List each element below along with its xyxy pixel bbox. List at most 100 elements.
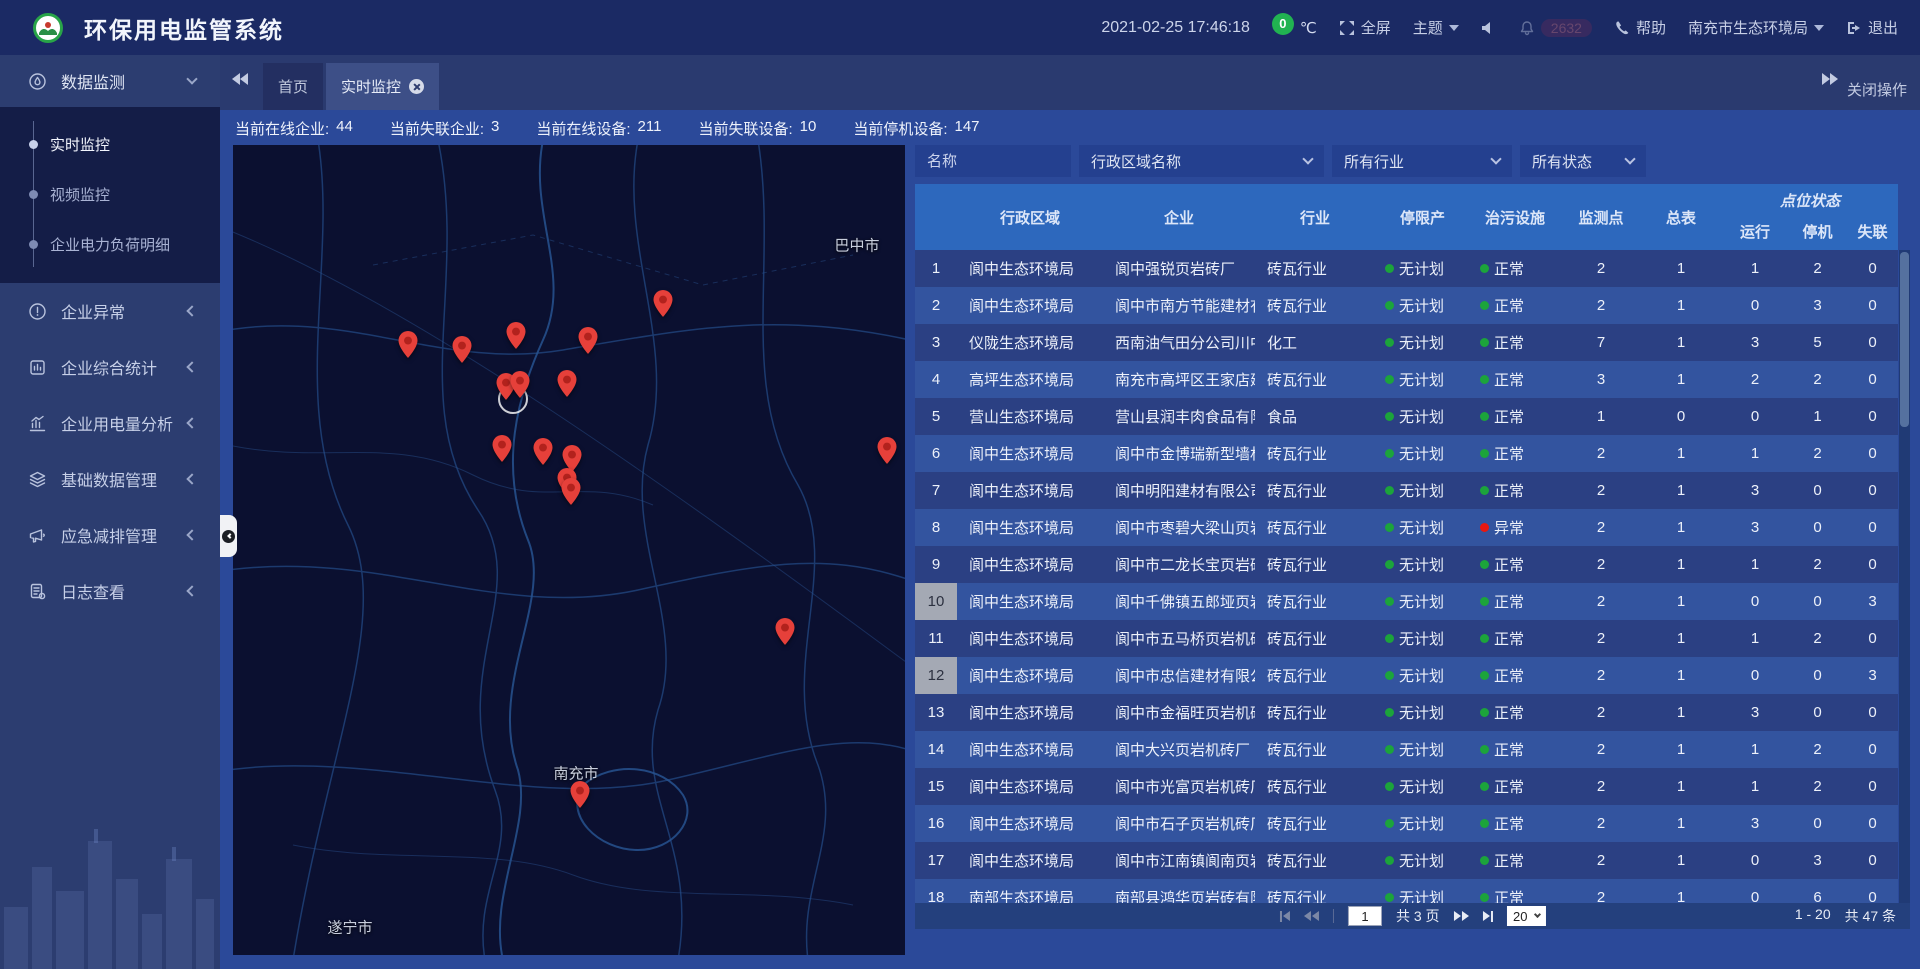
status-dot-icon xyxy=(1385,412,1394,421)
table-row[interactable]: 10 阆中生态环境局 阆中千佛镇五郎垭页岩 砖瓦行业 无计划 正常 2 1 0 xyxy=(915,583,1898,620)
help-button[interactable]: 帮助 xyxy=(1614,17,1666,38)
tab-home[interactable]: 首页 xyxy=(263,63,323,110)
org-dropdown[interactable]: 南充市生态环境局 xyxy=(1688,17,1824,38)
cell-offline: 0 xyxy=(1845,694,1898,731)
sidebar-item-data-monitor[interactable]: 数据监测 xyxy=(0,55,220,107)
tab-scroll-right-button[interactable] xyxy=(1822,73,1838,85)
status-dot-icon xyxy=(1480,671,1489,680)
cell-total-meters: 1 xyxy=(1642,361,1720,398)
speaker-icon xyxy=(1481,20,1497,36)
map-pin-icon[interactable] xyxy=(878,437,897,464)
close-operations-button[interactable]: 关闭操作 xyxy=(1847,79,1907,100)
first-page-button[interactable] xyxy=(1279,911,1290,922)
sidebar-item-emergency-reduction[interactable]: 应急减排管理 xyxy=(0,507,220,563)
cell-company: 营山县润丰肉食品有限 xyxy=(1103,398,1255,435)
cell-row-number: 8 xyxy=(915,509,957,546)
map-pin-icon[interactable] xyxy=(776,618,795,645)
map-pin-icon[interactable] xyxy=(571,781,590,808)
table-row[interactable]: 4 高坪生态环境局 南充市高坪区王家店建 砖瓦行业 无计划 正常 3 1 2 xyxy=(915,361,1898,398)
total-pages-label: 共 3 页 xyxy=(1396,906,1440,926)
cell-monitor-points: 3 xyxy=(1560,361,1642,398)
sidebar-item-realtime-monitor[interactable]: 实时监控 xyxy=(0,119,220,169)
table-row[interactable]: 7 阆中生态环境局 阆中明阳建材有限公司 砖瓦行业 无计划 正常 2 1 3 xyxy=(915,472,1898,509)
sidebar-item-base-data[interactable]: 基础数据管理 xyxy=(0,451,220,507)
cell-running: 1 xyxy=(1720,250,1790,287)
stats-bar: 当前在线企业:44 当前失联企业:3 当前在线设备:211 当前失联设备:10 … xyxy=(235,118,980,140)
tab-scroll-left-button[interactable] xyxy=(232,73,248,85)
sidebar-item-enterprise-statistics[interactable]: 企业综合统计 xyxy=(0,339,220,395)
col-company: 企业 xyxy=(1103,184,1255,250)
map-pin-icon[interactable] xyxy=(507,322,526,349)
map-view[interactable]: 巴中市 南充市 遂宁市 xyxy=(233,145,905,955)
next-page-button[interactable] xyxy=(1454,911,1469,921)
scrollbar-thumb[interactable] xyxy=(1900,252,1909,427)
table-row[interactable]: 17 阆中生态环境局 阆中市江南镇阆南页岩 砖瓦行业 无计划 正常 2 1 0 xyxy=(915,842,1898,879)
cell-company: 阆中大兴页岩机砖厂 xyxy=(1103,731,1255,768)
table-row[interactable]: 11 阆中生态环境局 阆中市五马桥页岩机砖 砖瓦行业 无计划 正常 2 1 1 xyxy=(915,620,1898,657)
map-pin-icon[interactable] xyxy=(453,336,472,363)
logout-button[interactable]: 退出 xyxy=(1846,17,1898,38)
enterprise-table: 行政区域 企业 行业 停限产 治污设施 监测点 总表 点位状态 运行 停机 失联… xyxy=(915,184,1910,929)
sidebar-collapse-handle[interactable] xyxy=(220,515,237,557)
theme-dropdown[interactable]: 主题 xyxy=(1413,17,1459,38)
close-tab-icon[interactable] xyxy=(409,79,424,94)
table-row[interactable]: 5 营山生态环境局 营山县润丰肉食品有限 食品 无计划 正常 1 0 0 xyxy=(915,398,1898,435)
table-row[interactable]: 13 阆中生态环境局 阆中市金福旺页岩机砖 砖瓦行业 无计划 正常 2 1 3 xyxy=(915,694,1898,731)
table-row[interactable]: 3 仪陇生态环境局 西南油气田分公司川中 化工 无计划 正常 7 1 3 xyxy=(915,324,1898,361)
cell-facility-status: 正常 xyxy=(1470,657,1560,694)
map-pin-icon[interactable] xyxy=(562,478,581,505)
industry-filter-select[interactable]: 所有行业 xyxy=(1332,145,1512,177)
page-size-select[interactable]: 20 xyxy=(1507,906,1545,926)
cell-company: 阆中市江南镇阆南页岩 xyxy=(1103,842,1255,879)
sidebar-item-video-monitor[interactable]: 视频监控 xyxy=(0,169,220,219)
map-pin-icon[interactable] xyxy=(534,438,553,465)
sound-toggle-button[interactable] xyxy=(1481,20,1497,36)
cell-industry: 砖瓦行业 xyxy=(1255,694,1375,731)
map-pin-icon[interactable] xyxy=(493,435,512,462)
fullscreen-button[interactable]: 全屏 xyxy=(1339,17,1391,38)
region-filter-select[interactable]: 行政区域名称 xyxy=(1079,145,1324,177)
prev-page-button[interactable] xyxy=(1304,911,1319,921)
notifications-button[interactable]: 2632 xyxy=(1519,19,1592,37)
last-page-button[interactable] xyxy=(1483,911,1494,922)
table-row[interactable]: 9 阆中生态环境局 阆中市二龙长宝页岩砖 砖瓦行业 无计划 正常 2 1 1 xyxy=(915,546,1898,583)
cell-total-meters: 1 xyxy=(1642,657,1720,694)
table-row[interactable]: 6 阆中生态环境局 阆中市金博瑞新型墙材 砖瓦行业 无计划 正常 2 1 1 xyxy=(915,435,1898,472)
status-dot-icon xyxy=(1385,782,1394,791)
name-filter-input[interactable] xyxy=(927,153,1059,170)
table-row[interactable]: 12 阆中生态环境局 阆中市忠信建材有限公 砖瓦行业 无计划 正常 2 1 0 xyxy=(915,657,1898,694)
sidebar-item-log-view[interactable]: 日志查看 xyxy=(0,563,220,619)
sidebar-item-power-load-detail[interactable]: 企业电力负荷明细 xyxy=(0,219,220,269)
map-pin-icon[interactable] xyxy=(579,327,598,354)
map-pin-icon[interactable] xyxy=(558,370,577,397)
table-row[interactable]: 18 南部生态环境局 南部县鸿华页岩砖有限公 砖瓦行业 无计划 正常 2 1 0 xyxy=(915,879,1898,903)
cell-row-number: 10 xyxy=(915,583,957,620)
status-filter-select[interactable]: 所有状态 xyxy=(1520,145,1646,177)
cell-offline: 0 xyxy=(1845,805,1898,842)
status-dot-icon xyxy=(1385,856,1394,865)
status-dot-icon xyxy=(1385,264,1394,273)
cell-limit-status: 无计划 xyxy=(1375,361,1470,398)
table-row[interactable]: 15 阆中生态环境局 阆中市光富页岩机砖厂 砖瓦行业 无计划 正常 2 1 1 xyxy=(915,768,1898,805)
table-row[interactable]: 2 阆中生态环境局 阆中市南方节能建材有 砖瓦行业 无计划 正常 2 1 0 xyxy=(915,287,1898,324)
table-row[interactable]: 16 阆中生态环境局 阆中市石子页岩机砖厂 砖瓦行业 无计划 正常 2 1 3 xyxy=(915,805,1898,842)
main-content: 当前在线企业:44 当前失联企业:3 当前在线设备:211 当前失联设备:10 … xyxy=(220,110,1920,969)
stat-offline-devices: 当前失联设备:10 xyxy=(698,118,816,140)
filter-bar: 行政区域名称 所有行业 所有状态 xyxy=(915,145,1910,177)
table-scrollbar[interactable] xyxy=(1899,250,1910,903)
sidebar-item-enterprise-abnormal[interactable]: 企业异常 xyxy=(0,283,220,339)
page-number-input[interactable] xyxy=(1348,906,1382,926)
map-pin-icon[interactable] xyxy=(399,331,418,358)
sidebar-item-power-analysis[interactable]: 企业用电量分析 xyxy=(0,395,220,451)
cell-facility-status: 正常 xyxy=(1470,620,1560,657)
table-row[interactable]: 14 阆中生态环境局 阆中大兴页岩机砖厂 砖瓦行业 无计划 正常 2 1 1 xyxy=(915,731,1898,768)
tab-realtime-monitor[interactable]: 实时监控 xyxy=(326,63,439,110)
table-row[interactable]: 1 阆中生态环境局 阆中强锐页岩砖厂 砖瓦行业 无计划 正常 2 1 1 xyxy=(915,250,1898,287)
table-row[interactable]: 8 阆中生态环境局 阆中市枣碧大梁山页岩 砖瓦行业 无计划 异常 2 1 3 xyxy=(915,509,1898,546)
map-pin-icon[interactable] xyxy=(654,290,673,317)
map-pin-icon[interactable] xyxy=(511,371,530,398)
cell-row-number: 6 xyxy=(915,435,957,472)
status-dot-icon xyxy=(1480,338,1489,347)
chevron-down-icon xyxy=(1490,153,1501,164)
cell-facility-status: 正常 xyxy=(1470,546,1560,583)
